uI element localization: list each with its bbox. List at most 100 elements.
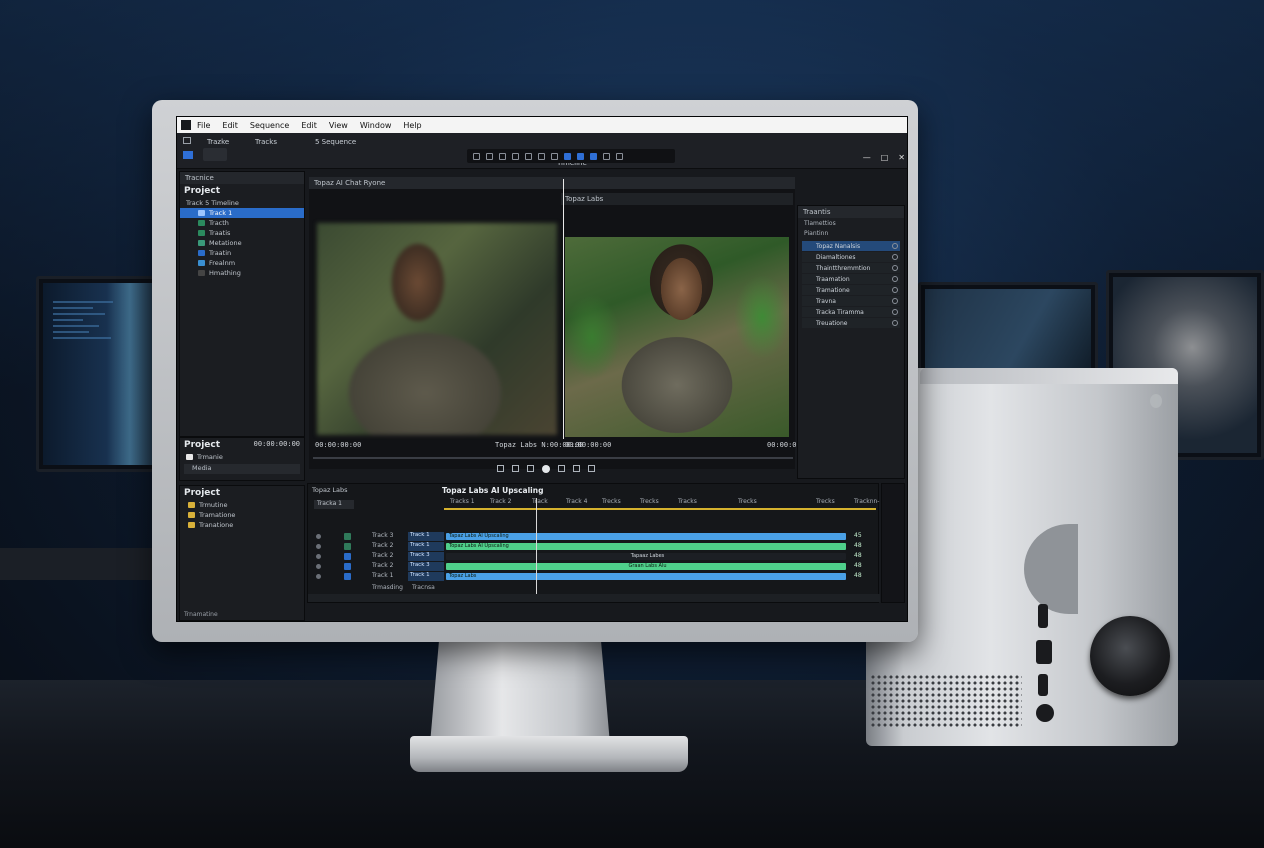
razor-tool-icon[interactable] [577,152,584,160]
track-name[interactable]: Track 1 [408,532,444,541]
effect-item[interactable]: Treuatione [802,318,900,328]
ripple-tool-icon[interactable] [551,152,558,160]
track-color-swatch [344,553,351,560]
minimize-icon[interactable]: — [863,153,871,162]
menu-sequence[interactable]: Sequence [250,121,289,130]
marker-tool-icon[interactable] [538,152,545,160]
project-3-item[interactable]: Tranatione [180,520,304,530]
track-name[interactable]: Track 3 [408,562,444,571]
eye-icon[interactable] [316,544,321,549]
toggle-icon[interactable] [892,276,898,282]
effect-item[interactable]: Thaintthremmtion [802,263,900,273]
eye-icon[interactable] [316,574,321,579]
grid-view-icon[interactable] [183,151,193,159]
project-item[interactable]: Traatin [180,248,304,258]
sequence-tab[interactable]: 5 Sequence [315,138,356,146]
effect-item[interactable]: Diamaltiones [802,252,900,262]
menu-window[interactable]: Window [360,121,392,130]
eye-icon[interactable] [316,554,321,559]
eye-icon[interactable] [316,534,321,539]
timeline-clip[interactable]: Tapaaz Labes [446,553,846,560]
pen-tool-icon[interactable] [616,152,623,160]
toggle-icon[interactable] [892,254,898,260]
menu-edit[interactable]: Edit [222,121,238,130]
maximize-icon[interactable]: □ [881,153,889,162]
project-item-track-1[interactable]: Track 1 [180,208,304,218]
snap-tool-icon[interactable] [564,152,571,160]
eye-icon[interactable] [316,564,321,569]
project-item[interactable]: Traatis [180,228,304,238]
project-item[interactable]: Tracth [180,218,304,228]
hand-tool-icon[interactable] [512,152,519,160]
timeline-track[interactable]: Track 1 Track 1 Topaz Labs 48 [308,572,880,581]
project-header-row[interactable]: Track 5 Timeline [180,198,304,208]
effect-item[interactable]: Topaz Nanalsis [802,241,900,251]
timeline-clip[interactable]: Graan Labs Alu [446,563,846,570]
media-button[interactable]: Media [184,464,300,474]
camera-icon[interactable] [183,137,191,144]
viewer-scrubber[interactable] [313,457,793,459]
timeline-track[interactable]: Track 2 Track 3 Tapaaz Labes 48 [308,552,880,561]
crop-tool-icon[interactable] [486,152,493,160]
save-tool-icon[interactable] [499,152,506,160]
project-3-item[interactable]: Tramatione [180,510,304,520]
project-item[interactable]: Hmathing [180,268,304,278]
track-name[interactable]: Track 3 [408,552,444,561]
menu-help[interactable]: Help [403,121,421,130]
select-tool-icon[interactable] [525,152,532,160]
effects-header[interactable]: Traantis [798,206,904,218]
menu-file[interactable]: File [197,121,210,130]
effect-item[interactable]: Tracka Tiramma [802,307,900,317]
menu-edit-2[interactable]: Edit [301,121,317,130]
forward-icon[interactable] [558,465,565,472]
transform-tool-button[interactable] [203,148,227,161]
project-3-item[interactable]: Trmutine [180,500,304,510]
timeline-title: Topaz Labs AI Upscaling [442,486,544,495]
timeline-tab[interactable]: Topaz Labs [312,486,348,494]
timeline-track[interactable]: Track 2 Track 1 Topaz Labs AI Upscaling … [308,542,880,551]
timeline-scrollbar[interactable] [308,594,880,602]
close-icon[interactable]: ✕ [898,153,905,162]
checkbox-icon[interactable] [186,454,193,460]
toggle-icon[interactable] [892,320,898,326]
comparison-split-line[interactable] [563,179,564,439]
track-name[interactable]: Track 1 [408,572,444,581]
loop-icon[interactable] [573,465,580,472]
project-panel-tab[interactable]: Tracnice [180,172,304,184]
track-select-icon[interactable] [590,152,597,160]
timeline-track[interactable]: Track 3 Track 1 Tapaz Labs Al Upscaling … [308,532,880,541]
toggle-icon[interactable] [892,265,898,271]
timeline-clip[interactable]: Tapaz Labs Al Upscaling [446,533,846,540]
timeline-track[interactable]: Track 2 Track 3 Graan Labs Alu 48 [308,562,880,571]
step-back-icon[interactable] [497,465,504,472]
timeline-clip[interactable]: Topaz Labs [446,573,846,580]
track-value: 48 [854,552,862,559]
timeline-playhead[interactable] [536,498,537,598]
export-icon[interactable] [588,465,595,472]
track-name[interactable]: Track 1 [408,542,444,551]
timeline-ruler[interactable]: Tracks 1 Track 2 Track Track 4 Trecks Tr… [444,498,879,508]
toggle-icon[interactable] [892,298,898,304]
timeline-clip[interactable]: Topaz Labs AI Upscaling [446,543,846,550]
project-item[interactable]: Metatione [180,238,304,248]
work-area-bar[interactable] [444,508,876,510]
video-after-preview [565,237,789,437]
effect-item[interactable]: Traamation [802,274,900,284]
toggle-icon[interactable] [892,309,898,315]
toggle-icon[interactable] [892,287,898,293]
link-tool-icon[interactable] [473,152,480,160]
play-icon[interactable] [542,465,550,473]
timeline-subtab[interactable]: Tracka 1 [314,500,354,509]
effect-item[interactable]: Travna [802,296,900,306]
effect-item[interactable]: Tramatione [802,285,900,295]
stop-icon[interactable] [512,465,519,472]
toggle-icon[interactable] [892,243,898,249]
slip-tool-icon[interactable] [603,152,610,160]
tower-vent-grille [870,674,1022,728]
project-2-item[interactable]: Trmanie [180,452,304,462]
rewind-icon[interactable] [527,465,534,472]
menu-view[interactable]: View [329,121,348,130]
project-item[interactable]: Frealnm [180,258,304,268]
effect-item-label: Topaz Nanalsis [816,242,861,250]
timeline-panel: Topaz Labs Topaz Labs AI Upscaling Track… [307,483,880,603]
